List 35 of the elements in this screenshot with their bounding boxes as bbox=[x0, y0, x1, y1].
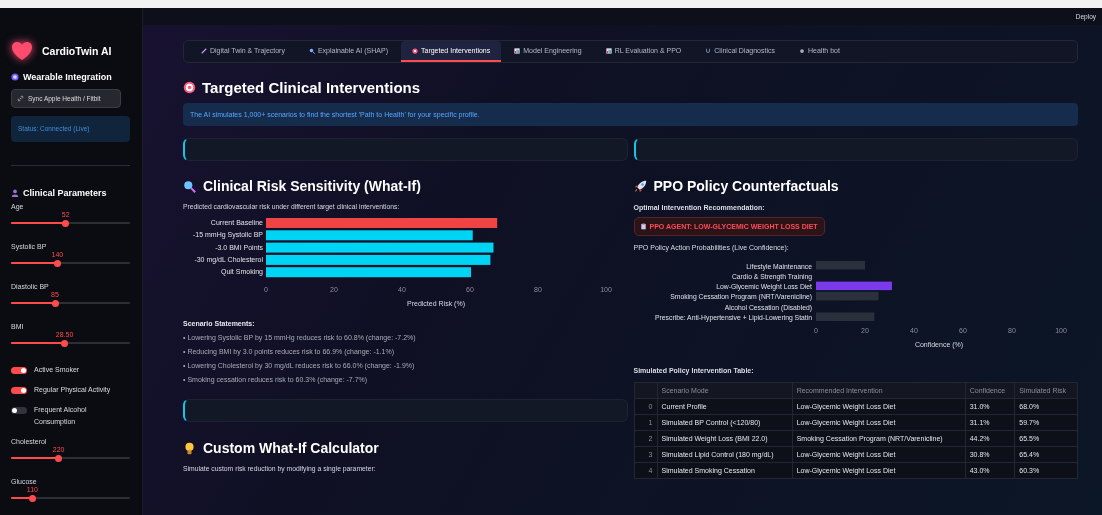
person-icon bbox=[11, 189, 19, 197]
section-heading: Clinical Parameters bbox=[23, 188, 107, 198]
tab-icon bbox=[201, 47, 207, 54]
confidence-bar bbox=[815, 312, 874, 321]
tab-icon bbox=[605, 47, 612, 54]
heart-icon bbox=[11, 41, 33, 61]
search-icon bbox=[183, 179, 196, 193]
app-title: CardioTwin AI bbox=[42, 45, 112, 57]
tab-icon bbox=[799, 47, 805, 54]
watch-icon bbox=[11, 73, 19, 81]
toggle-switch[interactable] bbox=[11, 367, 27, 374]
confidence-bar bbox=[815, 291, 878, 301]
slider-thumb[interactable] bbox=[61, 339, 69, 347]
section-title: PPO Policy Counterfactuals bbox=[653, 178, 839, 194]
target-icon bbox=[183, 81, 196, 94]
toggle-switch[interactable] bbox=[11, 407, 27, 414]
section-heading: Wearable Integration bbox=[23, 72, 112, 82]
confidence-bar bbox=[815, 261, 865, 270]
lightbulb-icon bbox=[183, 441, 196, 455]
slider-thumb[interactable] bbox=[28, 494, 36, 502]
page-title: Targeted Clinical Interventions bbox=[202, 79, 421, 96]
slider-thumb[interactable] bbox=[53, 259, 61, 267]
toggle-switch[interactable] bbox=[11, 387, 27, 394]
section-title: Clinical Risk Sensitivity (What-If) bbox=[203, 178, 421, 194]
tab-icon bbox=[514, 47, 521, 54]
link-icon bbox=[17, 95, 24, 102]
tab-icon bbox=[705, 47, 712, 54]
slider-thumb[interactable] bbox=[62, 219, 70, 227]
slider-thumb[interactable] bbox=[51, 299, 59, 307]
rocket-icon bbox=[633, 179, 647, 193]
section-title: Custom What-If Calculator bbox=[203, 440, 379, 456]
clipboard-icon bbox=[640, 223, 646, 230]
slider-thumb[interactable] bbox=[55, 454, 63, 462]
tab-icon bbox=[308, 47, 315, 54]
tab-icon bbox=[412, 47, 418, 54]
